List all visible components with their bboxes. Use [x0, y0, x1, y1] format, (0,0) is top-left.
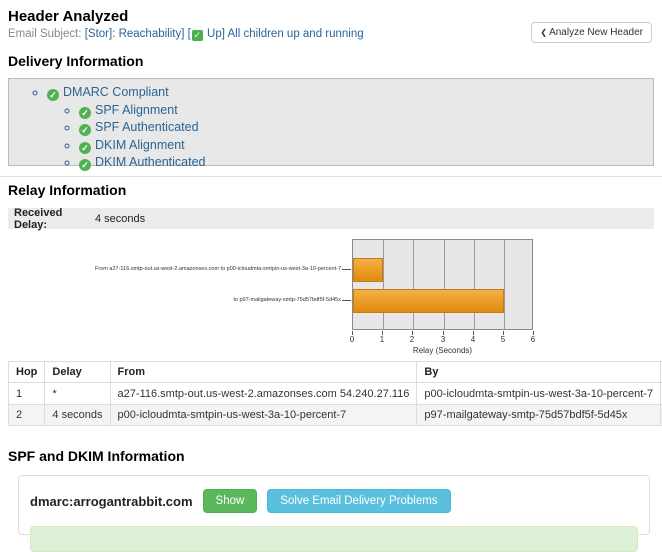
- delivery-information-heading: Delivery Information: [8, 53, 654, 69]
- dkim-authenticated-link[interactable]: DKIM Authenticated: [95, 155, 205, 169]
- table-row-hop-1: 1 * a27-116.smtp-out.us-west-2.amazonses…: [9, 383, 662, 405]
- xtick-label: 6: [531, 335, 535, 344]
- up-status-check-icon: ✓: [192, 30, 203, 41]
- check-circle-icon: ✓: [79, 142, 91, 154]
- delivery-item-dkim-alignment: ✓ DKIM Alignment: [79, 137, 653, 155]
- dmarc-domain-label: dmarc:arrogantrabbit.com: [30, 494, 193, 509]
- axis-tick-dash: [342, 269, 351, 270]
- relay-information-heading: Relay Information: [8, 182, 654, 198]
- gridline: [504, 240, 505, 329]
- header-analyzer-page: { "header": { "title": "Header Analyzed"…: [0, 0, 662, 499]
- spf-dkim-panel: dmarc:arrogantrabbit.com Show Solve Emai…: [18, 475, 650, 535]
- section-divider: [0, 176, 662, 177]
- check-circle-icon: ✓: [79, 159, 91, 171]
- axis-tick-dash: [342, 300, 351, 301]
- table-row-hop-2: 2 4 seconds p00-icloudmta-smtpin-us-west…: [9, 405, 662, 426]
- col-delay: Delay: [45, 362, 110, 383]
- check-circle-icon: ✓: [79, 107, 91, 119]
- delivery-item-spf-authenticated: ✓ SPF Authenticated: [79, 119, 653, 137]
- relay-bar: [353, 258, 383, 282]
- relay-bar: [353, 289, 504, 313]
- xtick-label: 5: [501, 335, 505, 344]
- email-subject-label: Email Subject:: [8, 28, 82, 40]
- dkim-alignment-link[interactable]: DKIM Alignment: [95, 138, 185, 152]
- solve-email-delivery-problems-button[interactable]: Solve Email Delivery Problems: [267, 489, 450, 513]
- received-delay-bar: Received Delay: 4 seconds: [8, 208, 654, 229]
- gridline: [444, 240, 445, 329]
- xtick-label: 1: [380, 335, 384, 344]
- spf-authenticated-link[interactable]: SPF Authenticated: [95, 120, 199, 134]
- show-button[interactable]: Show: [203, 489, 258, 513]
- col-from: From: [110, 362, 417, 383]
- analyze-new-header-button[interactable]: ❮Analyze New Header: [531, 22, 652, 43]
- xtick-label: 4: [471, 335, 475, 344]
- xtick-label: 2: [410, 335, 414, 344]
- relay-bar-label: to p97-mailgateway-smtp-75d57bdf5f-5d45x: [233, 297, 341, 303]
- relay-delay-chart: Relay (Seconds) From a27-116.smtp-out.us…: [8, 233, 654, 357]
- check-circle-icon: ✓: [47, 89, 59, 101]
- relay-table-header-row: Hop Delay From By With Time (UTC) Blackl…: [9, 362, 662, 383]
- delay-cell: 4 seconds: [45, 405, 110, 426]
- gridline: [474, 240, 475, 329]
- hop-cell: 1: [9, 383, 45, 405]
- from-cell: a27-116.smtp-out.us-west-2.amazonses.com…: [110, 383, 417, 405]
- delivery-item-dmarc: ✓ DMARC Compliant ✓ SPF Alignment ✓ SPF Aut…: [47, 84, 653, 172]
- delivery-item-dkim-authenticated: ✓ DKIM Authenticated: [79, 154, 653, 172]
- relay-bar-label: From a27-116.smtp-out.us-west-2.amazonse…: [95, 266, 341, 272]
- email-subject-value[interactable]: [Stor]: Reachability] [✓ Up] All childre…: [85, 28, 364, 40]
- spf-dkim-heading: SPF and DKIM Information: [8, 448, 654, 464]
- col-hop: Hop: [9, 362, 45, 383]
- check-circle-icon: ✓: [79, 124, 91, 136]
- by-cell: p97-mailgateway-smtp-75d57bdf5f-5d45x: [417, 405, 661, 426]
- spf-alignment-link[interactable]: SPF Alignment: [95, 103, 178, 117]
- xtick-label: 3: [441, 335, 445, 344]
- from-cell: p00-icloudmta-smtpin-us-west-3a-10-perce…: [110, 405, 417, 426]
- delivery-item-spf-alignment: ✓ SPF Alignment: [79, 102, 653, 120]
- dmarc-compliant-link[interactable]: DMARC Compliant: [63, 85, 169, 99]
- col-by: By: [417, 362, 661, 383]
- received-delay-label: Received Delay:: [8, 207, 90, 231]
- hop-cell: 2: [9, 405, 45, 426]
- xtick-label: 0: [350, 335, 354, 344]
- relay-chart-plot: [352, 239, 533, 330]
- relay-hops-table: Hop Delay From By With Time (UTC) Blackl…: [8, 361, 662, 426]
- gridline: [413, 240, 414, 329]
- success-alert-bar: [30, 526, 638, 552]
- delivery-information-panel: ✓ DMARC Compliant ✓ SPF Alignment ✓ SPF Aut…: [8, 78, 654, 166]
- by-cell: p00-icloudmta-smtpin-us-west-3a-10-perce…: [417, 383, 661, 405]
- received-delay-value: 4 seconds: [90, 213, 145, 225]
- chevron-left-icon: ❮: [540, 28, 547, 37]
- delay-cell: *: [45, 383, 110, 405]
- gridline: [383, 240, 384, 329]
- relay-chart-xaxis-title: Relay (Seconds): [352, 346, 533, 355]
